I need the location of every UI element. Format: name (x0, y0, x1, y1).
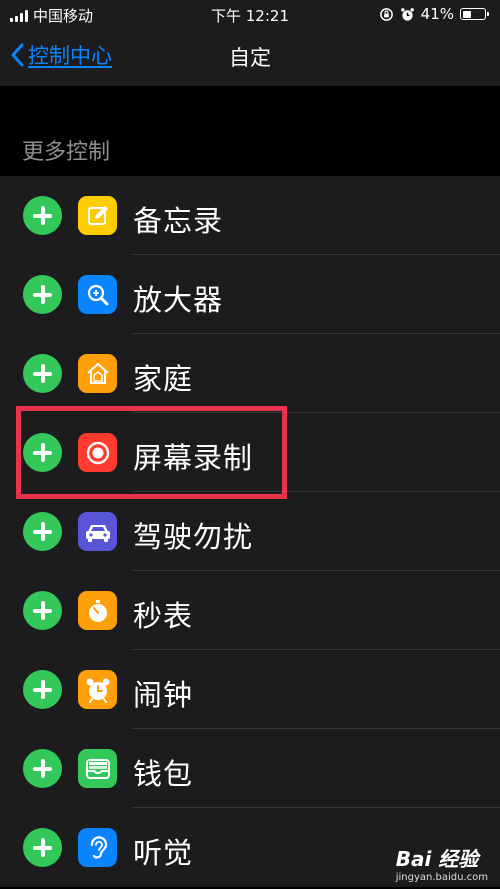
list-item-label: 家庭 (133, 362, 194, 396)
nav-bar: 控制中心 自定 (0, 28, 500, 86)
add-button[interactable] (23, 275, 62, 314)
list-item-label: 听觉 (133, 836, 194, 870)
list-item-alarm[interactable]: 闹钟 (0, 650, 500, 729)
list-item-label: 放大器 (133, 283, 224, 317)
list-item-notes[interactable]: 备忘录 (0, 176, 500, 255)
watermark-logo: Bai 经验 (395, 847, 479, 871)
add-button[interactable] (23, 512, 62, 551)
watermark-url: jingyan.baidu.com (395, 872, 488, 883)
page-title: 自定 (229, 46, 271, 70)
more-controls-list: 备忘录 放大器 家庭 屏幕录制 驾驶勿扰 秒表 闹钟 钱包 听觉 (0, 176, 500, 887)
hearing-icon (78, 828, 117, 867)
section-header: 更多控制 (22, 140, 111, 165)
rotation-lock-icon (379, 7, 393, 21)
magnifier-icon (78, 275, 117, 314)
car-icon (78, 512, 117, 551)
list-item-stopwatch[interactable]: 秒表 (0, 571, 500, 650)
stopwatch-icon (78, 591, 117, 630)
status-bar: 中国移动 下午 12:21 41% (0, 0, 500, 28)
add-button[interactable] (23, 591, 62, 630)
list-item-label: 钱包 (133, 757, 194, 791)
add-button[interactable] (23, 749, 62, 788)
notes-icon (78, 196, 117, 235)
add-button[interactable] (23, 828, 62, 867)
battery-percent: 41% (420, 5, 454, 23)
wallet-icon (78, 749, 117, 788)
list-item-magnifier[interactable]: 放大器 (0, 255, 500, 334)
add-button[interactable] (23, 196, 62, 235)
alarm-icon (78, 670, 117, 709)
list-item-label: 闹钟 (133, 678, 194, 712)
list-item-home[interactable]: 家庭 (0, 334, 500, 413)
home-icon (78, 354, 117, 393)
status-right: 41% (379, 5, 489, 23)
add-button[interactable] (23, 354, 62, 393)
list-item-wallet[interactable]: 钱包 (0, 729, 500, 808)
battery-icon (460, 8, 489, 20)
list-item-label: 秒表 (133, 599, 194, 633)
alarm-status-icon (400, 7, 414, 21)
highlight-box (16, 406, 287, 499)
list-item-label: 备忘录 (133, 204, 224, 238)
add-button[interactable] (23, 670, 62, 709)
list-item-label: 驾驶勿扰 (133, 520, 254, 554)
watermark: Bai 经验 jingyan.baidu.com (396, 843, 488, 883)
list-item-do-not-disturb-driving[interactable]: 驾驶勿扰 (0, 492, 500, 571)
